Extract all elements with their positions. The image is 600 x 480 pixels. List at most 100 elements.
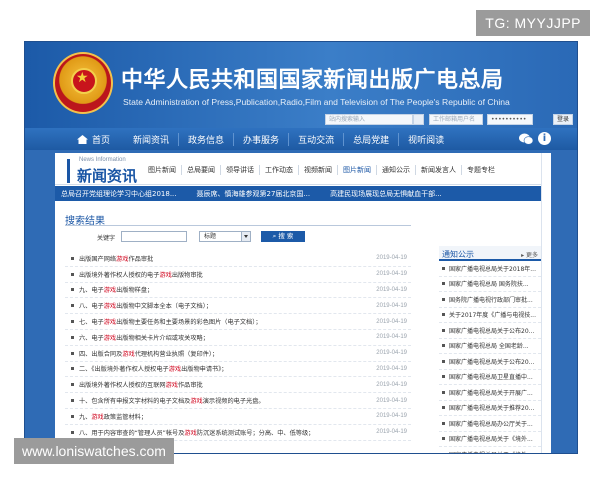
- result-row[interactable]: 八、电子游戏出版物中文脚本全本（电子文档）； 2019-04-19: [65, 298, 411, 315]
- result-title[interactable]: 四、出版合同及游戏代理机构营业执照（复印件）；: [79, 349, 367, 358]
- result-title-pre: 九、: [79, 413, 92, 421]
- ticker-link[interactable]: 总局召开党组理论学习中心组2018...: [55, 189, 191, 199]
- nav-item[interactable]: 互动交流: [288, 132, 343, 146]
- notice-item-label: 国家广播电视总局关于开展广...: [449, 389, 533, 397]
- notice-panel: 通知公示 ▸ 更多 国家广播电视总局关于2018年... 国家广播电视总局 国务院…: [439, 246, 541, 453]
- ticker-link[interactable]: 高建民现场展现总局无惧献血干部...: [324, 189, 456, 199]
- result-row[interactable]: 七、电子游戏出版物主要任务和主要场景的彩色图片（电子文档）； 2019-04-19: [65, 314, 411, 330]
- section-tab[interactable]: 工作动态: [259, 165, 298, 175]
- section-tab[interactable]: 总局要闻: [181, 165, 220, 175]
- result-title[interactable]: 七、电子游戏出版物主要任务和主要场景的彩色图片（电子文档）；: [79, 317, 367, 326]
- result-row[interactable]: 出版境外著作权人授权的互联网游戏作品审批 2019-04-19: [65, 377, 411, 394]
- search-field-select-value: 标题: [204, 233, 217, 240]
- bullet-icon: [71, 288, 74, 292]
- section-header: News Information 新闻资讯 图片新闻 总局要闻 领导讲话 工作动态 视频…: [55, 153, 541, 185]
- result-title[interactable]: 出版境外著作权人授权的电子游戏出版物审批: [79, 270, 367, 279]
- news-ticker: 总局召开党组理论学习中心组2018... 聂辰席、慎海雄参观第27届北京国... 高…: [55, 186, 541, 201]
- result-title-keyword: 游戏: [91, 413, 104, 421]
- result-row[interactable]: 十、包含所有申报文字材料的电子文档及游戏演示视频的电子光盘。 2019-04-19: [65, 393, 411, 409]
- bullet-icon: [71, 272, 74, 276]
- result-title[interactable]: 二、《出版境外著作权人授权电子游戏出版物申请书》；: [79, 364, 367, 373]
- bullet-icon: [71, 367, 74, 371]
- nav-item[interactable]: 视听阅读: [398, 132, 453, 146]
- result-row[interactable]: 出版国产网络游戏作品审批 2019-04-19: [65, 251, 411, 267]
- section-tab[interactable]: 专题专栏: [461, 165, 500, 175]
- site-search-button[interactable]: [413, 114, 424, 125]
- bullet-icon: [71, 320, 74, 324]
- ticker-link[interactable]: 聂辰席、慎海雄参观第27届北京国...: [191, 189, 325, 199]
- section-tab[interactable]: 新闻发言人: [415, 165, 461, 175]
- notice-more-link[interactable]: ▸ 更多: [521, 250, 538, 259]
- result-title-keyword: 游戏: [190, 398, 203, 406]
- result-row[interactable]: 出版境外著作权人授权的电子游戏出版物审批 2019-04-19: [65, 267, 411, 283]
- notice-item[interactable]: 国家广播电视总局 国务院扶...: [439, 277, 541, 292]
- site-search-input[interactable]: 站内搜索输入: [325, 114, 413, 125]
- notice-item[interactable]: 国家广播电视总局卫星直播中...: [439, 370, 541, 385]
- result-date: 2019-04-19: [376, 286, 407, 293]
- result-title-post: 代理机构营业执照（复印件）；: [134, 350, 219, 358]
- result-title-post: 出版物相关卡片介绍或攻关攻略；: [116, 334, 209, 342]
- result-row[interactable]: 二、《出版境外著作权人授权电子游戏出版物申请书》； 2019-04-19: [65, 362, 411, 378]
- national-emblem-icon: ★: [53, 52, 113, 114]
- notice-item[interactable]: 国务院广播电视行政部门审批...: [439, 292, 541, 308]
- result-title[interactable]: 九、游戏政策监管材料；: [79, 412, 367, 421]
- search-field-select[interactable]: 标题: [199, 231, 251, 242]
- bullet-icon: [442, 282, 445, 286]
- info-icon[interactable]: i: [538, 132, 551, 145]
- result-row[interactable]: 九、游戏政策监管材料； 2019-04-19: [65, 409, 411, 425]
- nav-item[interactable]: 政务信息: [178, 132, 233, 146]
- result-title[interactable]: 八、用于内容审查的“管理人员”帐号及游戏防沉迷系统测试账号；分高、中、低等级；: [79, 428, 367, 437]
- nav-item[interactable]: 办事服务: [233, 132, 288, 146]
- main-content: News Information 新闻资讯 图片新闻 总局要闻 领导讲话 工作动态 视频…: [55, 153, 541, 453]
- notice-item-label: 国家广播电视总局 全国老龄...: [449, 343, 529, 351]
- search-button-label: 搜 索: [278, 232, 294, 240]
- password-field[interactable]: ••••••••••: [487, 114, 533, 125]
- notice-item[interactable]: 国家广播电视总局关于《境外...: [439, 432, 541, 447]
- notice-item[interactable]: 国家广播电视总局 全国老龄...: [439, 339, 541, 354]
- result-row[interactable]: 九、电子游戏出版物样盘； 2019-04-19: [65, 283, 411, 299]
- result-title-pre: 十、包含所有申报文字材料的电子文档及: [79, 398, 191, 406]
- section-tab[interactable]: 通知公示: [376, 165, 415, 175]
- result-title-post: 防沉迷系统测试账号；分高、中、低等级；: [196, 429, 315, 437]
- result-title-post: 出版物样盘；: [116, 287, 154, 295]
- result-title[interactable]: 出版境外著作权人授权的互联网游戏作品审批: [79, 380, 367, 389]
- notice-item[interactable]: 国家广播电视总局关于公布20...: [439, 354, 541, 370]
- nav-item[interactable]: 总局党建: [343, 132, 398, 146]
- section-tab[interactable]: 图片新闻: [337, 165, 376, 175]
- login-button[interactable]: 登录: [552, 114, 573, 125]
- result-title[interactable]: 九、电子游戏出版物样盘；: [79, 285, 367, 294]
- result-title-pre: 六、电子: [79, 334, 104, 342]
- notice-item[interactable]: 国家广播电视总局关于2018年...: [439, 261, 541, 277]
- notice-item-label: 国家广播电视总局卫星直播中...: [449, 374, 533, 382]
- result-title[interactable]: 六、电子游戏出版物相关卡片介绍或攻关攻略；: [79, 333, 367, 342]
- nav-home[interactable]: 首页: [77, 133, 110, 146]
- result-title-post: 作品审批: [128, 255, 154, 263]
- result-title-keyword: 游戏: [103, 287, 117, 295]
- section-tab[interactable]: 图片新闻: [143, 165, 181, 175]
- result-title-pre: 八、电子: [79, 303, 104, 311]
- notice-item[interactable]: 国家广播电视总局关于推荐20...: [439, 401, 541, 416]
- result-title[interactable]: 出版国产网络游戏作品审批: [79, 254, 367, 263]
- notice-item-label: 国家广播电视总局关于2018年...: [449, 265, 536, 273]
- result-title[interactable]: 十、包含所有申报文字材料的电子文档及游戏演示视频的电子光盘。: [79, 396, 367, 405]
- result-row[interactable]: 四、出版合同及游戏代理机构营业执照（复印件）； 2019-04-19: [65, 346, 411, 362]
- notice-item-label: 国家广播电视总局 国务院扶...: [449, 281, 529, 289]
- nav-item[interactable]: 新闻资讯: [124, 133, 178, 146]
- notice-item[interactable]: 国家广播电视总局关于公布20...: [439, 323, 541, 339]
- notice-item-label: 国家广播电视总局关于公布20...: [449, 327, 535, 335]
- section-title: 新闻资讯: [77, 167, 138, 185]
- wechat-icon[interactable]: [519, 133, 533, 145]
- section-tab[interactable]: 视频新闻: [298, 165, 337, 175]
- notice-item[interactable]: 国家广播电视总局关于开展广...: [439, 385, 541, 401]
- result-title-keyword: 游戏: [116, 255, 129, 263]
- result-title-keyword: 游戏: [122, 350, 135, 358]
- notice-item[interactable]: 关于2017年度《广播与电视技...: [439, 308, 541, 323]
- search-button[interactable]: ⌕ 搜 索: [261, 231, 305, 242]
- result-title[interactable]: 八、电子游戏出版物中文脚本全本（电子文档）；: [79, 301, 367, 310]
- notice-item[interactable]: 国家广播电视总局办公厅关于...: [439, 416, 541, 432]
- notice-item[interactable]: 国家广播电视总局关于《境外...: [439, 447, 541, 453]
- keyword-input[interactable]: [121, 231, 187, 242]
- section-tab[interactable]: 领导讲话: [220, 165, 259, 175]
- username-field[interactable]: 工作邮箱用户名: [429, 114, 483, 125]
- result-row[interactable]: 六、电子游戏出版物相关卡片介绍或攻关攻略； 2019-04-19: [65, 330, 411, 346]
